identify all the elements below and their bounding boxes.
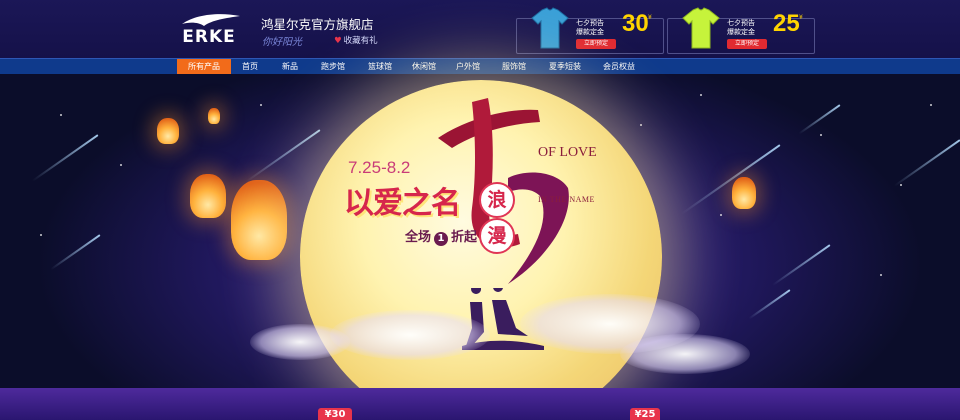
lantern-icon bbox=[157, 118, 179, 144]
nav-item-running[interactable]: 跑步馆 bbox=[313, 59, 353, 74]
store-name[interactable]: 鸿星尔克官方旗舰店 bbox=[261, 14, 374, 33]
meteor bbox=[245, 129, 321, 183]
promo-price: 25 bbox=[773, 10, 800, 37]
lantern-icon bbox=[190, 174, 226, 218]
promo-price: 30 bbox=[622, 10, 649, 37]
promo-card[interactable]: 七夕预告 爆款定金 30 ¥ 立即预定 bbox=[516, 6, 664, 54]
reserve-button[interactable]: 立即预定 bbox=[576, 39, 616, 49]
favorite-label: 收藏有礼 bbox=[343, 36, 378, 46]
promo-currency: ¥ bbox=[799, 14, 803, 21]
headline: 以爱之名 bbox=[344, 186, 461, 221]
nav-item-new[interactable]: 新品 bbox=[273, 59, 307, 74]
promo-line2: 爆款定金 bbox=[576, 28, 604, 36]
nav-item-casual[interactable]: 休闲馆 bbox=[404, 59, 444, 74]
qixi-banner[interactable]: IN THE NAME OF LOVE 7.25-8.2 以爱之名 浪 漫 全场… bbox=[0, 74, 960, 420]
tshirt-icon bbox=[531, 7, 569, 49]
promo-line2: 爆款定金 bbox=[727, 28, 755, 36]
nav-item-outdoor[interactable]: 户外馆 bbox=[448, 59, 488, 74]
reserve-button[interactable]: 立即预定 bbox=[727, 39, 767, 49]
nav-item-home[interactable]: 首页 bbox=[233, 59, 267, 74]
cloud bbox=[620, 334, 750, 374]
bottom-price-tag[interactable]: ¥30 bbox=[318, 408, 352, 420]
meteor bbox=[772, 244, 831, 286]
cloud bbox=[330, 310, 490, 360]
lantern-icon bbox=[208, 108, 220, 124]
store-slogan: 你好阳光 bbox=[262, 37, 302, 48]
category-nav: 所有产品 首页 新品 跑步馆 篮球馆 休闲馆 户外馆 服饰馆 夏季短装 会员权益 bbox=[0, 58, 960, 75]
word-man: 漫 bbox=[479, 218, 515, 254]
cloud bbox=[250, 324, 350, 360]
meteor bbox=[31, 134, 99, 182]
promo-card[interactable]: 七夕预告 爆款定金 25 ¥ 立即预定 bbox=[667, 6, 815, 54]
meteor bbox=[748, 289, 791, 320]
promo-currency: ¥ bbox=[648, 14, 652, 21]
date-range: 7.25-8.2 bbox=[348, 158, 411, 177]
nav-item-all-products[interactable]: 所有产品 bbox=[177, 59, 231, 74]
english-line1: IN THE NAME bbox=[538, 195, 595, 204]
heart-icon: ♥ bbox=[334, 36, 342, 46]
favorite-link[interactable]: ♥ 收藏有礼 bbox=[334, 34, 378, 46]
word-lang: 浪 bbox=[479, 182, 515, 218]
meteor bbox=[681, 144, 781, 215]
nav-item-summer[interactable]: 夏季短装 bbox=[540, 59, 590, 74]
tshirt-icon bbox=[682, 7, 720, 49]
english-line2: OF LOVE bbox=[538, 145, 597, 160]
store-header: ERKE 鸿星尔克官方旗舰店 你好阳光 ♥ 收藏有礼 七夕预告 爆款定金 30 ¥… bbox=[0, 0, 960, 58]
meteor bbox=[798, 104, 841, 135]
bottom-price-tag[interactable]: ¥25 bbox=[630, 408, 660, 420]
meteor bbox=[893, 139, 960, 187]
store-page: ERKE 鸿星尔克官方旗舰店 你好阳光 ♥ 收藏有礼 七夕预告 爆款定金 30 ¥… bbox=[0, 0, 960, 420]
sale-prefix: 全场 bbox=[405, 230, 432, 245]
nav-item-membership[interactable]: 会员权益 bbox=[596, 59, 642, 74]
lantern-icon bbox=[231, 180, 287, 260]
sea bbox=[0, 388, 960, 420]
nav-item-basketball[interactable]: 篮球馆 bbox=[360, 59, 400, 74]
meteor bbox=[50, 234, 101, 271]
brand-logo-text[interactable]: ERKE bbox=[176, 27, 242, 47]
sale-text: 全场 1 折起 bbox=[405, 226, 477, 246]
sale-number: 1 bbox=[434, 232, 449, 246]
lantern-icon bbox=[732, 177, 756, 209]
nav-item-apparel[interactable]: 服饰馆 bbox=[494, 59, 534, 74]
sale-suffix: 折起 bbox=[451, 230, 478, 245]
